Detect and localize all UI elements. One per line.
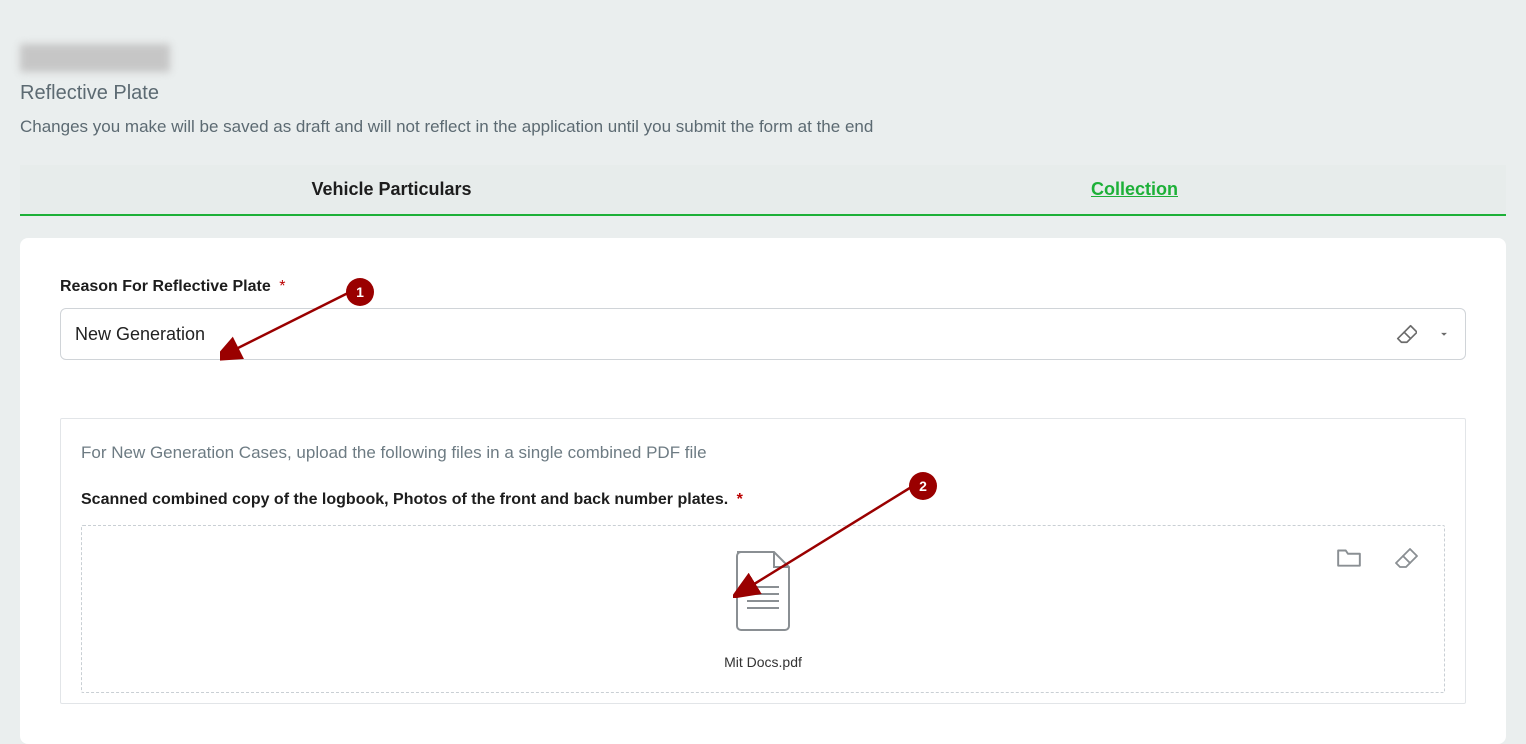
tab-collection[interactable]: Collection <box>763 165 1506 214</box>
upload-panel: For New Generation Cases, upload the fol… <box>60 418 1466 704</box>
reason-label: Reason For Reflective Plate <box>60 278 271 295</box>
page-subtitle: Changes you make will be saved as draft … <box>20 117 1506 137</box>
file-icon <box>732 549 794 636</box>
folder-icon[interactable] <box>1336 546 1362 568</box>
form-card: Reason For Reflective Plate * New Genera… <box>20 238 1506 744</box>
upload-label: Scanned combined copy of the logbook, Ph… <box>81 491 728 508</box>
tabs: Vehicle Particulars Collection <box>20 165 1506 216</box>
reason-select-value: New Generation <box>75 324 1395 345</box>
uploaded-file-name: Mit Docs.pdf <box>724 654 802 670</box>
chevron-down-icon[interactable] <box>1437 327 1451 341</box>
upload-dropzone[interactable]: Mit Docs.pdf <box>81 525 1445 693</box>
reason-select[interactable]: New Generation <box>60 308 1466 360</box>
required-mark: * <box>279 278 285 295</box>
required-mark: * <box>737 491 743 508</box>
upload-hint: For New Generation Cases, upload the fol… <box>81 443 1445 463</box>
tab-vehicle-particulars[interactable]: Vehicle Particulars <box>20 165 763 214</box>
page-title: Reflective Plate <box>20 82 1506 105</box>
eraser-icon[interactable] <box>1392 546 1418 568</box>
eraser-icon[interactable] <box>1395 323 1417 345</box>
logo-placeholder <box>20 44 170 72</box>
